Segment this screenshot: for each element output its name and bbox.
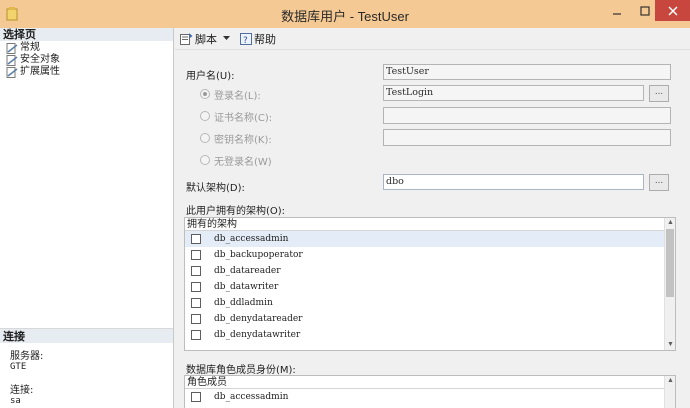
scroll-up-icon[interactable]: ▲ (665, 218, 675, 228)
maximize-icon (640, 5, 650, 16)
owned-schemas-label: 此用户拥有的架构(O): (186, 206, 286, 217)
script-button[interactable]: 脚本 (180, 31, 230, 47)
row-checkbox[interactable] (191, 234, 201, 244)
page-wrench-icon (6, 54, 18, 66)
page-item-label: 常规 (20, 42, 40, 53)
page-item-securables[interactable]: 安全对象 (0, 54, 173, 66)
left-pane: 选择页 常规 安全对象 扩展属性 连接 服务器: GTE 连接: sa (0, 28, 174, 408)
server-label: 服务器: (10, 351, 44, 362)
role-membership-grid: 角色成员 db_accessadmin ▲ (184, 375, 676, 408)
schema-name: db_denydatawriter (214, 330, 301, 340)
row-checkbox[interactable] (191, 314, 201, 324)
key-name-input[interactable] (383, 129, 671, 146)
owned-schemas-grid: 拥有的架构 db_accessadmin db_backupoperator d… (184, 217, 676, 351)
login-name-input[interactable]: TestLogin (383, 85, 644, 101)
role-membership-label: 数据库角色成员身份(M): (186, 365, 296, 376)
connection-header: 连接 (0, 328, 173, 343)
row-checkbox[interactable] (191, 298, 201, 308)
schema-name: db_datawriter (214, 282, 279, 292)
key-name-radio[interactable] (200, 133, 210, 143)
no-login-radio[interactable] (200, 155, 210, 165)
window-title: 数据库用户 - TestUser (281, 9, 409, 24)
page-item-extended-properties[interactable]: 扩展属性 (0, 66, 173, 78)
table-row[interactable]: db_datareader (185, 263, 675, 279)
row-checkbox[interactable] (191, 266, 201, 276)
role-membership-scrollbar[interactable]: ▲ (664, 376, 675, 408)
key-name-label: 密钥名称(K): (214, 135, 272, 146)
title-bar: 数据库用户 - TestUser (0, 0, 690, 28)
table-row[interactable]: db_accessadmin (185, 389, 675, 405)
page-list: 常规 安全对象 扩展属性 (0, 41, 173, 78)
table-row[interactable]: db_accessadmin (185, 231, 675, 247)
role-membership-column-header[interactable]: 角色成员 (185, 376, 675, 389)
owned-schemas-column-header[interactable]: 拥有的架构 (185, 218, 675, 231)
schema-name: db_datareader (214, 266, 281, 276)
username-input[interactable]: TestUser (383, 64, 671, 80)
general-page-form: 用户名(U): TestUser 登录名(L): TestLogin ... 证… (175, 50, 690, 408)
row-checkbox[interactable] (191, 250, 201, 260)
connection-section: 连接 服务器: GTE 连接: sa (0, 328, 173, 406)
close-icon (667, 5, 678, 16)
connection-label: 连接: (10, 385, 34, 396)
row-checkbox[interactable] (191, 282, 201, 292)
close-button[interactable] (655, 0, 690, 21)
table-row[interactable]: db_backupoperator (185, 247, 675, 263)
help-button[interactable]: ? 帮助 (240, 31, 276, 47)
table-row[interactable]: db_ddladmin (185, 295, 675, 311)
schema-name: db_accessadmin (214, 234, 289, 244)
login-name-radio[interactable] (200, 89, 210, 99)
default-schema-label: 默认架构(D): (186, 183, 245, 194)
page-item-label: 扩展属性 (20, 66, 60, 77)
script-icon (180, 32, 193, 45)
minimize-button[interactable] (603, 0, 631, 21)
toolbar: 脚本 ? 帮助 (175, 28, 690, 50)
table-row[interactable]: db_denydatawriter (185, 327, 675, 343)
cert-name-radio[interactable] (200, 111, 210, 121)
help-icon: ? (240, 32, 252, 45)
row-checkbox[interactable] (191, 392, 201, 402)
table-row[interactable]: db_denydatareader (185, 311, 675, 327)
login-name-browse-button[interactable]: ... (649, 85, 669, 102)
login-name-label: 登录名(L): (214, 91, 261, 102)
scroll-thumb[interactable] (666, 229, 674, 297)
page-wrench-icon (6, 42, 18, 54)
help-label: 帮助 (254, 32, 276, 46)
table-row[interactable]: db_datawriter (185, 279, 675, 295)
page-item-label: 安全对象 (20, 54, 60, 65)
script-label: 脚本 (195, 32, 217, 46)
cert-name-label: 证书名称(C): (214, 113, 273, 124)
svg-text:?: ? (243, 36, 248, 45)
owned-schemas-scrollbar[interactable]: ▲ ▼ (664, 218, 675, 350)
scroll-down-icon[interactable]: ▼ (665, 340, 675, 350)
default-schema-input[interactable]: dbo (383, 174, 644, 190)
no-login-label: 无登录名(W) (214, 157, 272, 168)
username-label: 用户名(U): (186, 71, 235, 82)
row-checkbox[interactable] (191, 330, 201, 340)
page-item-general[interactable]: 常规 (0, 42, 173, 54)
select-page-header: 选择页 (0, 28, 173, 41)
connection-value: sa (10, 396, 21, 406)
cert-name-input[interactable] (383, 107, 671, 124)
schema-name: db_denydatareader (214, 314, 303, 324)
scroll-up-icon[interactable]: ▲ (665, 376, 675, 386)
minimize-icon (613, 12, 621, 15)
default-schema-browse-button[interactable]: ... (649, 174, 669, 191)
server-value: GTE (10, 362, 27, 372)
schema-name: db_backupoperator (214, 250, 303, 260)
page-wrench-icon (6, 66, 18, 78)
role-name: db_accessadmin (214, 392, 289, 402)
schema-name: db_ddladmin (214, 298, 273, 308)
chevron-down-icon[interactable] (223, 36, 230, 41)
